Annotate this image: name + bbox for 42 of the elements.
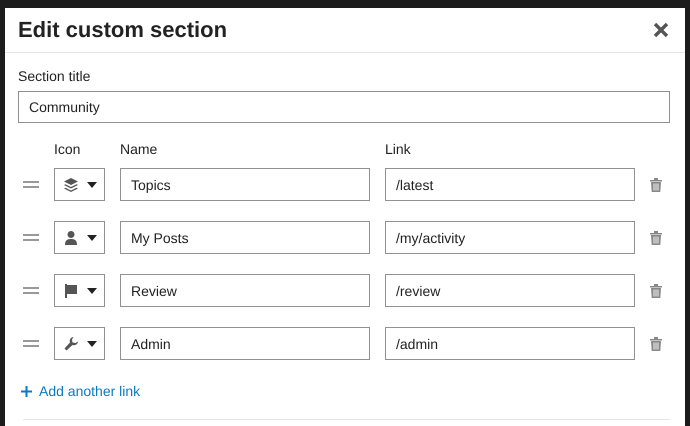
icon-dropdown[interactable] — [54, 327, 105, 360]
column-header: Icon — [54, 141, 82, 157]
flag-icon — [62, 282, 78, 298]
delete-button[interactable] — [650, 178, 662, 192]
link-field[interactable]: /admin — [385, 327, 635, 360]
name-field[interactable]: Review — [120, 274, 370, 307]
add-link-button[interactable]: Add another link — [21, 383, 140, 399]
caret-icon — [86, 288, 96, 294]
drag-handle-icon[interactable] — [23, 180, 39, 188]
drag-handle-icon[interactable] — [23, 340, 39, 348]
trash-icon — [650, 178, 662, 192]
icon-dropdown[interactable] — [54, 274, 105, 307]
icon-dropdown[interactable] — [54, 221, 105, 254]
user-icon — [62, 230, 78, 246]
name-field[interactable]: Admin — [120, 327, 370, 360]
caret-icon — [86, 234, 96, 240]
trash-icon — [650, 284, 662, 298]
drag-handle-icon[interactable] — [23, 286, 39, 294]
field-label: Section title — [18, 68, 92, 84]
drag-handle-icon[interactable] — [23, 234, 39, 242]
plus-icon — [21, 386, 32, 396]
caret-icon — [86, 182, 96, 188]
link-field[interactable]: /my/activity — [385, 221, 635, 254]
caret-icon — [86, 340, 96, 346]
link-field[interactable]: /review — [385, 274, 635, 307]
trash-icon — [650, 230, 662, 244]
close-button[interactable] — [653, 22, 669, 38]
trash-icon — [650, 336, 662, 350]
layers-icon — [62, 176, 78, 192]
column-header: Name — [120, 141, 158, 157]
dialog-title: Edit custom section — [18, 17, 228, 43]
close-icon — [653, 22, 669, 38]
delete-button[interactable] — [650, 284, 662, 298]
delete-button[interactable] — [650, 336, 662, 350]
name-field[interactable]: Topics — [120, 168, 370, 201]
wrench-icon — [62, 336, 78, 352]
column-header: Link — [385, 141, 412, 157]
delete-button[interactable] — [650, 230, 662, 244]
icon-dropdown[interactable] — [54, 168, 105, 201]
section-title-field[interactable]: Community — [18, 91, 670, 123]
link-field[interactable]: /latest — [385, 168, 635, 201]
name-field[interactable]: My Posts — [120, 221, 370, 254]
